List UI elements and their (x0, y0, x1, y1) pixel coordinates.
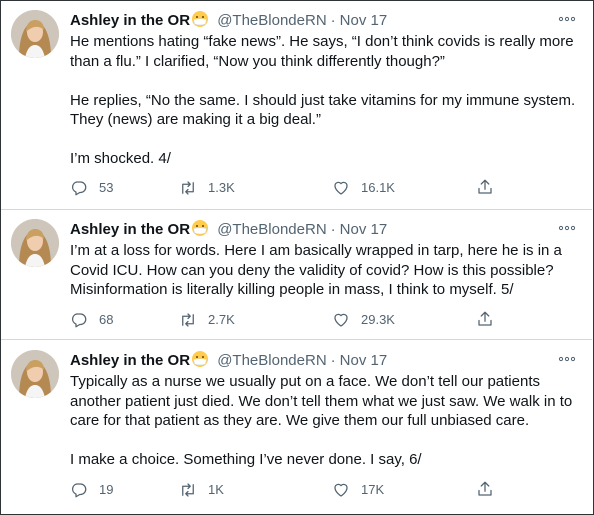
retweet-count: 1.3K (208, 180, 235, 195)
retweet-button[interactable]: 1.3K (179, 178, 235, 198)
like-count: 16.1K (361, 180, 395, 195)
retweet-icon (182, 483, 194, 497)
tweet-date[interactable]: Nov 17 (340, 352, 388, 369)
tweet-6[interactable]: Ashley in the OR @TheBlondeRN · Nov 17 Typ… (1, 350, 592, 505)
separator-dot: · (330, 12, 336, 29)
like-count: 29.3K (361, 312, 395, 327)
retweet-count: 2.7K (208, 312, 235, 327)
tweet-date[interactable]: Nov 17 (340, 12, 388, 29)
tweet-header: Ashley in the OR @TheBlondeRN · Nov 17 (70, 219, 387, 239)
retweet-icon (182, 313, 194, 327)
face-with-medical-mask-icon (191, 219, 209, 237)
tweet-divider (1, 339, 592, 340)
tweet-header: Ashley in the OR @TheBlondeRN · Nov 17 (70, 10, 387, 30)
retweet-button[interactable]: 2.7K (179, 310, 235, 330)
tweet-paragraph: Typically as a nurse we usually put on a… (70, 373, 573, 429)
separator-dot: · (330, 221, 336, 238)
tweet-paragraph: He mentions hating “fake news”. He says,… (70, 33, 574, 70)
reply-button[interactable]: 19 (70, 480, 113, 500)
share-icon (478, 179, 492, 194)
like-button[interactable]: 17K (332, 480, 384, 500)
tweet-paragraph: I’m shocked. 4/ (70, 150, 171, 167)
tweet-paragraph: I’m at a loss for words. Here I am basic… (70, 242, 562, 298)
retweet-count: 1K (208, 482, 224, 497)
reply-count: 53 (99, 180, 114, 195)
tweet-text: I’m at a loss for words. Here I am basic… (70, 241, 576, 300)
profile-photo (11, 219, 59, 267)
tweet-actions: 19 1K 17K (70, 480, 500, 500)
tweet-actions: 68 2.7K 29.3K (70, 310, 500, 330)
user-handle[interactable]: @TheBlondeRN (217, 12, 326, 29)
share-button[interactable] (476, 178, 494, 196)
heart-icon (334, 313, 348, 327)
share-icon (478, 311, 492, 326)
user-handle[interactable]: @TheBlondeRN (217, 352, 326, 369)
more-options-icon[interactable] (558, 221, 576, 235)
tweet-header: Ashley in the OR @TheBlondeRN · Nov 17 (70, 350, 387, 370)
avatar[interactable] (11, 350, 59, 398)
reply-count: 19 (99, 482, 114, 497)
tweet-paragraph: He replies, “No the same. I should just … (70, 91, 576, 129)
face-with-medical-mask-icon (191, 10, 209, 28)
face-with-medical-mask-icon (191, 350, 209, 368)
share-button[interactable] (476, 310, 494, 328)
heart-icon (334, 483, 348, 497)
profile-photo (11, 10, 59, 58)
tweet-text: Typically as a nurse we usually put on a… (70, 372, 576, 470)
user-handle[interactable]: @TheBlondeRN (217, 221, 326, 238)
avatar[interactable] (11, 10, 59, 58)
more-options-icon[interactable] (558, 352, 576, 366)
share-button[interactable] (476, 480, 494, 498)
display-name[interactable]: Ashley in the OR (70, 221, 190, 238)
reply-button[interactable]: 68 (70, 310, 113, 330)
reply-button[interactable]: 53 (70, 178, 113, 198)
display-name[interactable]: Ashley in the OR (70, 352, 190, 369)
reply-icon (71, 313, 87, 328)
display-name[interactable]: Ashley in the OR (70, 12, 190, 29)
separator-dot: · (330, 352, 336, 369)
tweet-actions: 53 1.3K 16.1K (70, 178, 500, 198)
reply-count: 68 (99, 312, 114, 327)
tweet-divider (1, 209, 592, 210)
avatar[interactable] (11, 219, 59, 267)
tweet-5[interactable]: Ashley in the OR @TheBlondeRN · Nov 17 I’m… (1, 219, 592, 337)
like-button[interactable]: 29.3K (332, 310, 395, 330)
reply-icon (71, 483, 87, 498)
more-options-icon[interactable] (558, 12, 576, 26)
tweet-paragraph: I make a choice. Something I’ve never do… (70, 451, 422, 468)
tweet-date[interactable]: Nov 17 (340, 221, 388, 238)
retweet-icon (182, 181, 194, 195)
share-icon (478, 481, 492, 496)
profile-photo (11, 350, 59, 398)
like-button[interactable]: 16.1K (332, 178, 395, 198)
heart-icon (334, 181, 348, 195)
retweet-button[interactable]: 1K (179, 480, 224, 500)
like-count: 17K (361, 482, 385, 497)
tweet-4[interactable]: Ashley in the OR @TheBlondeRN · Nov 17 He … (1, 10, 592, 210)
reply-icon (71, 181, 87, 196)
tweet-text: He mentions hating “fake news”. He says,… (70, 32, 576, 169)
